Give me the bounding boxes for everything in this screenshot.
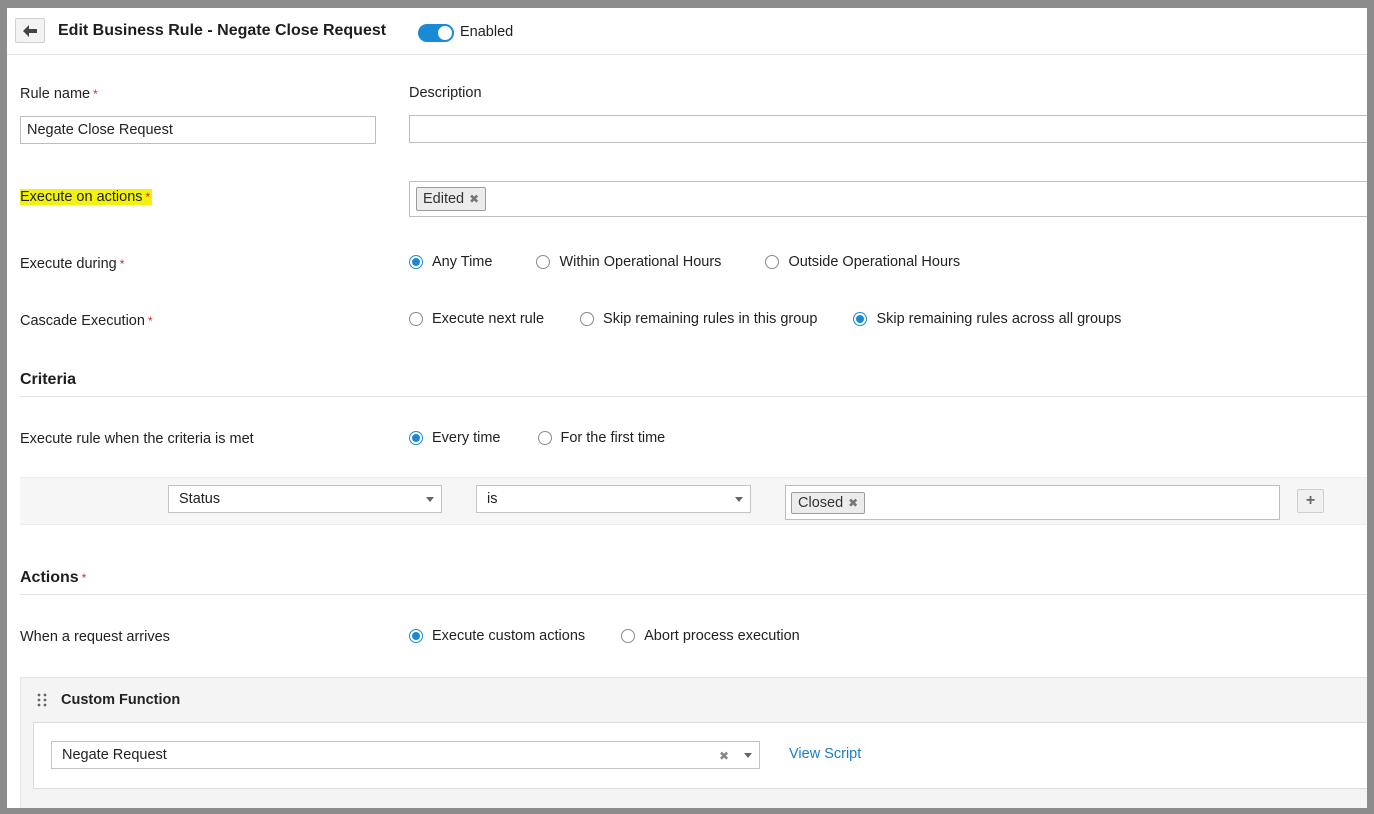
radio-circle bbox=[536, 255, 551, 269]
value-chip-label: Closed bbox=[798, 495, 844, 511]
required-mark: * bbox=[147, 314, 153, 328]
enabled-label: Enabled bbox=[460, 24, 514, 40]
page-title: Edit Business Rule - Negate Close Reques… bbox=[58, 22, 387, 39]
actions-divider bbox=[20, 594, 1367, 595]
arrow-left-icon bbox=[23, 24, 37, 37]
radio-circle bbox=[409, 312, 423, 326]
execute-during-label-text: Execute during bbox=[20, 256, 117, 272]
radio-label: Skip remaining rules in this group bbox=[603, 311, 818, 327]
criteria-operator-select[interactable]: is bbox=[476, 485, 751, 513]
custom-function-select[interactable]: Negate Request ✖ bbox=[51, 741, 760, 769]
select-value: Status bbox=[179, 491, 221, 507]
header-divider bbox=[7, 54, 1367, 55]
chevron-down-icon bbox=[744, 753, 752, 758]
radio-label: Execute next rule bbox=[432, 311, 545, 327]
radio-execute-next-rule[interactable]: Execute next rule bbox=[409, 311, 544, 327]
required-mark: * bbox=[145, 190, 151, 204]
radio-skip-in-group[interactable]: Skip remaining rules in this group bbox=[580, 311, 817, 327]
radio-first-time[interactable]: For the first time bbox=[537, 430, 666, 446]
value-chip: Closed ✖ bbox=[791, 490, 866, 516]
radio-skip-all-groups[interactable]: Skip remaining rules across all groups bbox=[853, 311, 1121, 327]
radio-label: Skip remaining rules across all groups bbox=[876, 311, 1122, 327]
execute-during-options: Any Time Within Operational Hours Outsid… bbox=[409, 254, 960, 270]
action-chip-label: Edited bbox=[423, 191, 465, 207]
back-button[interactable] bbox=[15, 18, 45, 43]
select-value: Negate Request bbox=[62, 747, 167, 763]
execute-on-actions-label: Execute on actions * bbox=[20, 189, 153, 205]
enabled-toggle[interactable] bbox=[418, 24, 454, 42]
radio-label: Every time bbox=[432, 430, 501, 446]
required-mark: * bbox=[119, 257, 125, 271]
radio-within-operational-hours[interactable]: Within Operational Hours bbox=[536, 254, 721, 270]
criteria-title: Criteria bbox=[20, 371, 77, 388]
rule-name-label: Rule name * bbox=[20, 86, 98, 102]
radio-circle bbox=[409, 629, 423, 643]
criteria-field-select[interactable]: Status bbox=[168, 485, 442, 513]
close-icon[interactable]: ✖ bbox=[848, 490, 858, 516]
radio-circle bbox=[621, 629, 636, 643]
when-request-label: When a request arrives bbox=[20, 629, 170, 645]
chevron-down-icon bbox=[426, 497, 434, 502]
toggle-knob bbox=[438, 26, 452, 40]
radio-any-time[interactable]: Any Time bbox=[409, 254, 492, 270]
required-mark: * bbox=[93, 87, 98, 101]
drag-handle-icon[interactable] bbox=[37, 693, 47, 707]
execute-during-label: Execute during * bbox=[20, 256, 124, 272]
radio-abort-process[interactable]: Abort process execution bbox=[621, 628, 800, 644]
close-icon[interactable]: ✖ bbox=[719, 743, 729, 769]
description-input[interactable] bbox=[409, 115, 1367, 143]
criteria-value-input[interactable]: Closed ✖ bbox=[785, 485, 1280, 520]
radio-circle bbox=[409, 255, 423, 269]
radio-label: Abort process execution bbox=[644, 628, 800, 644]
cascade-execution-label-text: Cascade Execution bbox=[20, 313, 145, 329]
criteria-divider bbox=[20, 396, 1367, 397]
view-script-link[interactable]: View Script bbox=[789, 746, 861, 762]
actions-title: Actions * bbox=[20, 569, 86, 587]
add-condition-button[interactable]: + bbox=[1297, 489, 1324, 513]
custom-function-title: Custom Function bbox=[61, 692, 181, 708]
radio-circle bbox=[580, 312, 595, 326]
select-value: is bbox=[487, 491, 498, 507]
radio-label: Outside Operational Hours bbox=[788, 254, 961, 270]
required-mark: * bbox=[81, 571, 87, 585]
radio-label: Within Operational Hours bbox=[559, 254, 722, 270]
business-rule-editor: Edit Business Rule - Negate Close Reques… bbox=[7, 8, 1367, 808]
criteria-when-options: Every time For the first time bbox=[409, 430, 665, 446]
rule-name-label-text: Rule name bbox=[20, 86, 91, 102]
close-icon[interactable]: ✖ bbox=[469, 186, 479, 212]
radio-label: For the first time bbox=[560, 430, 666, 446]
chevron-down-icon bbox=[735, 497, 743, 502]
radio-outside-operational-hours[interactable]: Outside Operational Hours bbox=[765, 254, 960, 270]
execute-on-actions-label-text: Execute on actions bbox=[20, 189, 143, 205]
cascade-execution-options: Execute next rule Skip remaining rules i… bbox=[409, 311, 1121, 327]
radio-circle bbox=[853, 312, 868, 326]
radio-circle bbox=[537, 431, 552, 445]
criteria-when-label: Execute rule when the criteria is met bbox=[20, 431, 254, 447]
cascade-execution-label: Cascade Execution * bbox=[20, 313, 153, 329]
when-request-options: Execute custom actions Abort process exe… bbox=[409, 628, 800, 644]
radio-label: Execute custom actions bbox=[432, 628, 586, 644]
actions-title-text: Actions bbox=[20, 569, 79, 586]
radio-circle bbox=[765, 255, 780, 269]
radio-label: Any Time bbox=[432, 254, 493, 270]
action-chip: Edited ✖ bbox=[416, 186, 487, 212]
description-label: Description bbox=[409, 85, 482, 101]
radio-every-time[interactable]: Every time bbox=[409, 430, 501, 446]
rule-name-input[interactable]: Negate Close Request bbox=[20, 116, 376, 144]
radio-circle bbox=[409, 431, 423, 445]
execute-on-actions-input[interactable]: Edited ✖ bbox=[409, 181, 1367, 217]
radio-execute-custom-actions[interactable]: Execute custom actions bbox=[409, 628, 585, 644]
